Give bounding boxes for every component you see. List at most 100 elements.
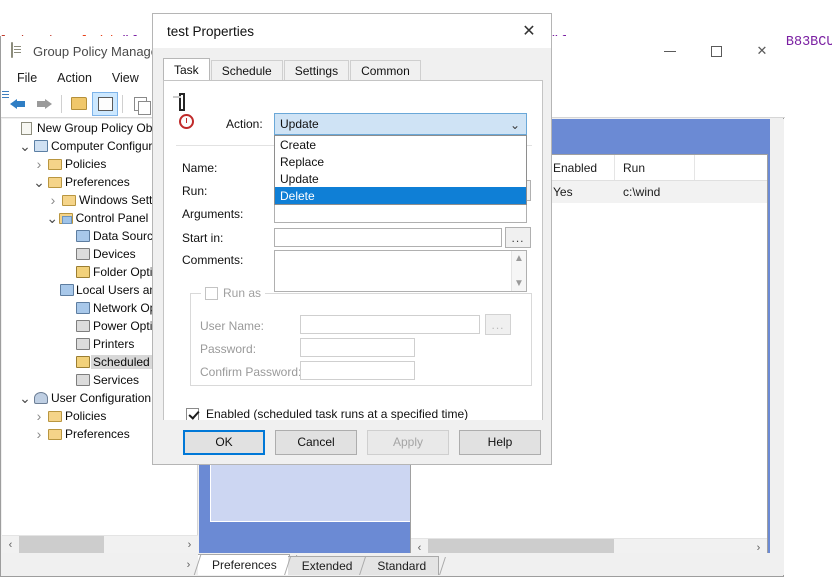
forward-button[interactable] bbox=[31, 92, 57, 116]
dialog-button-bar: OK Cancel Apply Help bbox=[153, 420, 551, 464]
copy-icon bbox=[133, 96, 151, 115]
password-input[interactable] bbox=[300, 338, 415, 357]
dialog-title: test Properties bbox=[167, 23, 255, 39]
arguments-input[interactable] bbox=[274, 204, 527, 223]
menu-file[interactable]: File bbox=[7, 68, 47, 88]
computer-icon bbox=[32, 138, 49, 154]
start-in-label: Start in: bbox=[182, 231, 224, 245]
start-in-browse-button[interactable]: ... bbox=[505, 227, 531, 248]
action-option-delete[interactable]: Delete bbox=[275, 187, 526, 204]
column-header-run[interactable]: Run bbox=[615, 155, 695, 180]
folder-icon bbox=[60, 192, 77, 208]
menu-action[interactable]: Action bbox=[47, 68, 102, 88]
cancel-button[interactable]: Cancel bbox=[275, 429, 357, 455]
bottom-tab-label: Standard bbox=[377, 559, 427, 573]
user-name-input[interactable] bbox=[300, 315, 480, 334]
confirm-password-input[interactable] bbox=[300, 361, 415, 380]
bottom-tab-label: Preferences bbox=[212, 558, 277, 572]
action-option-create[interactable]: Create bbox=[275, 136, 526, 153]
tree-item-label: Services bbox=[93, 373, 140, 387]
action-option-replace[interactable]: Replace bbox=[275, 153, 526, 170]
enabled-checkbox-row[interactable]: Enabled (scheduled task runs at a specif… bbox=[186, 407, 468, 421]
scroll-up-icon[interactable]: ▲ bbox=[514, 253, 524, 264]
scrollbar-thumb[interactable] bbox=[19, 536, 104, 553]
comments-label: Comments: bbox=[182, 253, 244, 267]
chevron-right-icon[interactable] bbox=[46, 193, 60, 207]
cell-enabled: Yes bbox=[553, 185, 573, 199]
folder-icon bbox=[46, 174, 63, 190]
details-vertical-scrollbar[interactable] bbox=[770, 119, 784, 555]
tab-common[interactable]: Common bbox=[350, 60, 421, 81]
password-label: Password: bbox=[200, 342, 257, 356]
run-as-checkbox[interactable] bbox=[205, 286, 218, 300]
help-button[interactable]: Help bbox=[459, 429, 541, 455]
back-button[interactable] bbox=[5, 92, 31, 116]
toolbar-separator bbox=[122, 94, 123, 113]
data-sources-icon bbox=[74, 228, 91, 244]
chevron-down-icon[interactable] bbox=[46, 211, 58, 225]
close-icon[interactable]: ✕ bbox=[739, 36, 785, 66]
tree-item-label: Devices bbox=[93, 247, 136, 261]
tab-settings[interactable]: Settings bbox=[283, 60, 350, 81]
bottom-tab-standard[interactable]: Standard bbox=[359, 556, 447, 575]
copy-button[interactable] bbox=[127, 92, 153, 116]
enabled-checkbox[interactable] bbox=[186, 407, 199, 421]
ok-button[interactable]: OK bbox=[183, 429, 265, 455]
forward-arrow-icon bbox=[36, 97, 52, 111]
task-tab-panel: Action: Update ⌄ Create Replace Update Dele… bbox=[163, 80, 543, 435]
chevron-down-icon[interactable] bbox=[18, 391, 32, 405]
column-header-enabled[interactable]: Enabled bbox=[545, 155, 615, 180]
chevron-right-icon[interactable] bbox=[32, 157, 46, 171]
scroll-left-icon[interactable]: ‹ bbox=[2, 536, 19, 553]
chevron-down-icon[interactable]: ⌄ bbox=[510, 118, 520, 132]
action-option-update[interactable]: Update bbox=[275, 170, 526, 187]
dialog-titlebar[interactable]: test Properties ✕ bbox=[153, 14, 551, 48]
chevron-down-icon[interactable] bbox=[18, 139, 32, 153]
tree-item-label: Preferences bbox=[65, 175, 130, 189]
gpo-document-icon bbox=[18, 120, 35, 136]
scrollbar-track[interactable] bbox=[19, 536, 181, 553]
printers-icon bbox=[74, 336, 91, 352]
apply-button: Apply bbox=[367, 429, 449, 455]
user-name-label: User Name: bbox=[200, 319, 265, 333]
chevron-right-icon[interactable] bbox=[32, 427, 46, 441]
action-combobox[interactable]: Update ⌄ bbox=[274, 113, 527, 135]
start-in-input[interactable] bbox=[274, 228, 502, 247]
task-properties-dialog: test Properties ✕ Task Schedule Settings Co… bbox=[152, 13, 552, 465]
bottom-tab-bar: › Preferences Extended Standard bbox=[2, 553, 784, 575]
action-dropdown-list[interactable]: Create Replace Update Delete bbox=[274, 135, 527, 205]
user-name-browse-button[interactable]: ... bbox=[485, 314, 511, 335]
tab-edge bbox=[430, 557, 447, 575]
comments-textarea[interactable]: ▲ ▼ bbox=[274, 250, 527, 292]
tree-item-label: Printers bbox=[93, 337, 135, 351]
menu-view[interactable]: View bbox=[102, 68, 149, 88]
scroll-right-icon[interactable]: › bbox=[181, 536, 198, 553]
bottom-tab-extended[interactable]: Extended bbox=[283, 556, 373, 575]
up-one-level-button[interactable] bbox=[66, 92, 92, 116]
scroll-down-icon[interactable]: ▼ bbox=[514, 278, 524, 289]
window-controls: ✕ bbox=[647, 36, 785, 66]
bottom-tab-preferences[interactable]: Preferences bbox=[193, 554, 297, 575]
devices-icon bbox=[74, 246, 91, 262]
minimize-icon[interactable] bbox=[647, 36, 693, 66]
show-hide-console-tree-button[interactable] bbox=[92, 91, 118, 116]
maximize-icon[interactable] bbox=[693, 36, 739, 66]
chevron-down-icon[interactable] bbox=[32, 175, 46, 189]
tree-horizontal-scrollbar[interactable]: ‹ › bbox=[2, 535, 198, 553]
comments-scrollbar[interactable]: ▲ ▼ bbox=[511, 251, 526, 291]
name-label: Name: bbox=[182, 161, 218, 175]
action-combobox-value: Update bbox=[280, 117, 319, 131]
chevron-right-icon[interactable] bbox=[32, 409, 46, 423]
tab-task[interactable]: Task bbox=[163, 58, 210, 81]
tab-schedule[interactable]: Schedule bbox=[210, 60, 283, 81]
power-options-icon bbox=[74, 318, 91, 334]
close-icon[interactable]: ✕ bbox=[507, 14, 551, 48]
enabled-checkbox-label: Enabled (scheduled task runs at a specif… bbox=[206, 407, 469, 421]
